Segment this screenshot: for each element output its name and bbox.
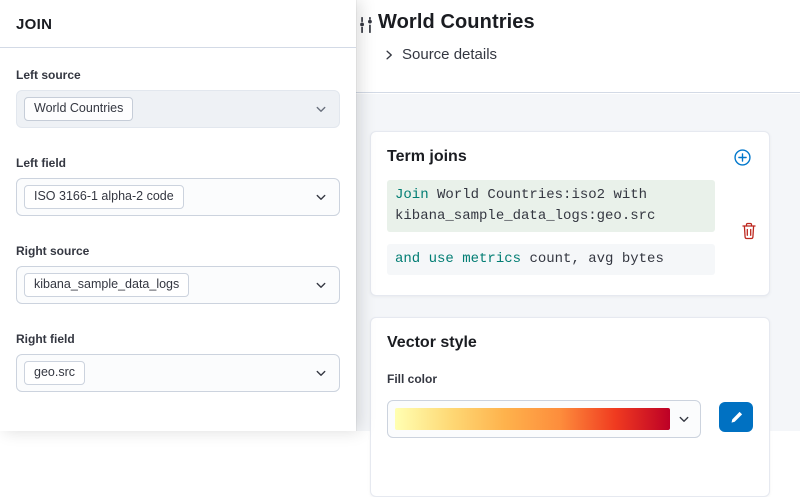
chevron-down-icon [315, 103, 327, 115]
left-field-select[interactable]: ISO 3166-1 alpha-2 code [16, 178, 340, 216]
left-source-value: World Countries [24, 97, 133, 121]
delete-join-button[interactable] [739, 220, 759, 242]
chevron-down-icon [315, 279, 327, 291]
left-source-group: Left source World Countries [16, 68, 340, 128]
join-flyout-header: JOIN [0, 0, 356, 48]
metrics-value: count, avg bytes [529, 251, 663, 267]
right-field-value: geo.src [24, 361, 85, 385]
left-source-select[interactable]: World Countries [16, 90, 340, 128]
add-join-button[interactable] [732, 147, 753, 168]
chevron-down-icon [315, 191, 327, 203]
join-value: World Countries:iso2 with kibana_sample_… [395, 187, 655, 224]
join-flyout-body: Left source World Countries Left field I… [0, 48, 356, 392]
right-source-group: Right source kibana_sample_data_logs [16, 244, 340, 304]
fill-color-select[interactable] [387, 400, 701, 438]
layer-settings-icon[interactable] [357, 15, 375, 40]
source-details-toggle[interactable]: Source details [383, 46, 497, 63]
left-field-value: ISO 3166-1 alpha-2 code [24, 185, 184, 209]
term-joins-title: Term joins [387, 148, 753, 166]
chevron-down-icon [678, 413, 690, 425]
fill-color-row [387, 400, 753, 438]
right-source-label: Right source [16, 244, 340, 258]
right-field-group: Right field geo.src [16, 332, 340, 392]
join-keyword: Join [395, 187, 429, 203]
right-source-value: kibana_sample_data_logs [24, 273, 189, 297]
vector-style-title: Vector style [387, 334, 753, 352]
left-source-label: Left source [16, 68, 340, 82]
source-details-label: Source details [402, 46, 497, 63]
metrics-keyword: and use metrics [395, 251, 521, 267]
left-field-label: Left field [16, 156, 340, 170]
join-flyout: JOIN Left source World Countries Left fi… [0, 0, 356, 431]
chevron-right-icon [383, 49, 395, 61]
join-flyout-title: JOIN [16, 16, 340, 33]
fill-color-label: Fill color [387, 372, 753, 386]
join-expression[interactable]: Join World Countries:iso2 with kibana_sa… [387, 180, 715, 232]
term-joins-card: Term joins Join World Countries:iso2 wit… [370, 131, 770, 296]
right-field-select[interactable]: geo.src [16, 354, 340, 392]
left-field-group: Left field ISO 3166-1 alpha-2 code [16, 156, 340, 216]
right-field-label: Right field [16, 332, 340, 346]
edit-fill-color-button[interactable] [719, 402, 753, 432]
chevron-down-icon [315, 367, 327, 379]
layer-title: World Countries [378, 11, 535, 34]
join-expression-group: Join World Countries:iso2 with kibana_sa… [387, 180, 715, 275]
fill-color-ramp [395, 408, 670, 430]
vector-style-card: Vector style Fill color [370, 317, 770, 497]
right-source-select[interactable]: kibana_sample_data_logs [16, 266, 340, 304]
metrics-expression[interactable]: and use metrics count, avg bytes [387, 244, 715, 275]
